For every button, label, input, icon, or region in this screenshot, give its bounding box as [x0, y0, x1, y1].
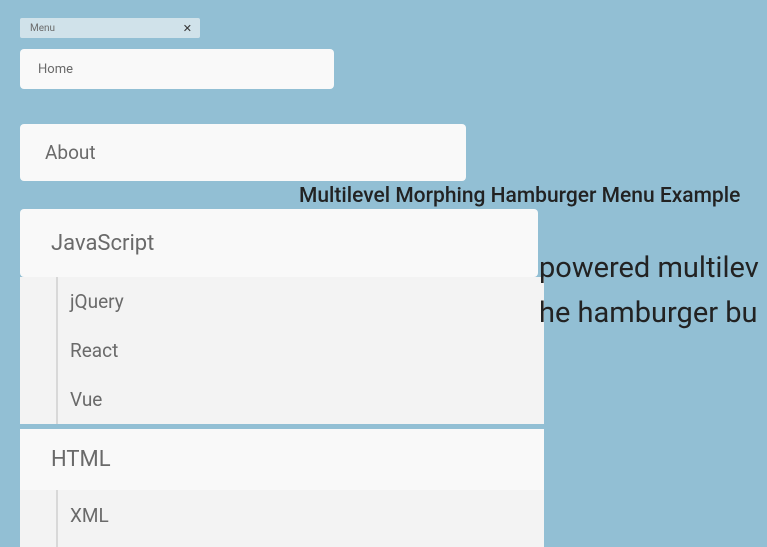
menu-label: Menu: [30, 23, 55, 34]
submenu-javascript: jQuery React Vue: [20, 277, 544, 424]
menu-item-label: JavaScript: [51, 231, 154, 256]
close-icon[interactable]: ✕: [183, 23, 192, 34]
submenu-html: XML: [20, 490, 544, 547]
menu-item-home[interactable]: Home: [20, 49, 334, 89]
page-title: Multilevel Morphing Hamburger Menu Examp…: [299, 184, 740, 208]
submenu-item-react[interactable]: React: [58, 326, 544, 375]
menu-item-html[interactable]: HTML: [20, 429, 544, 490]
submenu-item-xml[interactable]: XML: [58, 490, 544, 547]
menu-item-javascript[interactable]: JavaScript: [20, 209, 538, 277]
description-line: powered multilev: [539, 251, 759, 285]
submenu-inner: XML: [56, 490, 544, 547]
menu-item-label: Home: [38, 62, 73, 77]
menu-item-about[interactable]: About: [20, 124, 466, 181]
submenu-item-vue[interactable]: Vue: [58, 375, 544, 424]
submenu-item-jquery[interactable]: jQuery: [58, 277, 544, 326]
menu-header: Menu ✕: [20, 18, 200, 38]
submenu-inner: jQuery React Vue: [56, 277, 544, 424]
menu-item-label: HTML: [51, 447, 111, 472]
description-line: he hamburger bu: [539, 296, 758, 330]
menu-item-label: About: [45, 141, 96, 164]
page-description: powered multilev he hamburger bu: [539, 246, 767, 336]
